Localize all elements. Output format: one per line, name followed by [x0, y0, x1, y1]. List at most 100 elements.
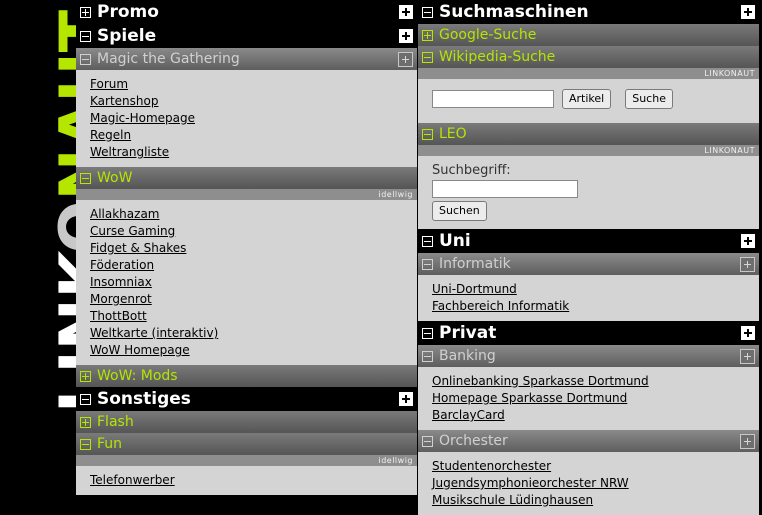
collapse-icon[interactable]	[422, 6, 433, 18]
category-wikipedia[interactable]: Wikipedia-Suche	[418, 46, 759, 68]
link-item[interactable]: Morgenrot	[90, 291, 417, 308]
search-button[interactable]: Suche	[625, 89, 673, 109]
collapse-icon[interactable]	[422, 51, 433, 63]
expand-icon[interactable]	[80, 6, 91, 18]
category-title: Informatik	[439, 256, 511, 272]
collapse-icon[interactable]	[422, 128, 433, 140]
category-leo[interactable]: LEO	[418, 123, 759, 145]
collapse-icon[interactable]	[80, 172, 91, 184]
logo-bar: LINKONAUT	[0, 0, 119, 508]
link-item[interactable]: Magic-Homepage	[90, 110, 417, 127]
link-item[interactable]: ThottBott	[90, 308, 417, 325]
category-fun[interactable]: Fun	[76, 433, 417, 455]
owner-tag: idellwig	[76, 455, 417, 466]
category-title: Wikipedia-Suche	[439, 49, 556, 65]
section-privat[interactable]: Privat	[418, 321, 759, 345]
section-title: Spiele	[97, 26, 157, 46]
expand-icon[interactable]	[80, 370, 91, 382]
link-item[interactable]: Insomniax	[90, 274, 417, 291]
category-informatik[interactable]: Informatik	[418, 253, 759, 275]
category-orchester[interactable]: Orchester	[418, 430, 759, 452]
category-title: Flash	[97, 414, 134, 430]
collapse-icon[interactable]	[422, 435, 433, 447]
category-title: Banking	[439, 348, 496, 364]
link-item[interactable]: Regeln	[90, 127, 417, 144]
category-title: LEO	[439, 126, 467, 142]
owner-tag: LINKONAUT	[418, 145, 759, 156]
link-list-fun: Telefonwerber	[76, 466, 417, 495]
link-item[interactable]: Fidget & Shakes	[90, 240, 417, 257]
left-column: Promo Spiele Magic the Gathering Forum K…	[76, 0, 417, 495]
add-button[interactable]	[399, 29, 413, 43]
leo-search-input[interactable]	[432, 180, 578, 198]
link-list-orchester: Studentenorchester Jugendsymphonieorches…	[418, 452, 759, 515]
link-item[interactable]: Uni-Dortmund	[432, 281, 759, 298]
owner-tag: LINKONAUT	[418, 68, 759, 79]
owner-tag: idellwig	[76, 189, 417, 200]
collapse-icon[interactable]	[80, 30, 91, 42]
add-button[interactable]	[399, 5, 413, 19]
category-flash[interactable]: Flash	[76, 411, 417, 433]
add-link-button[interactable]	[740, 434, 755, 449]
category-title: WoW: Mods	[97, 368, 178, 384]
collapse-icon[interactable]	[422, 327, 433, 339]
category-banking[interactable]: Banking	[418, 345, 759, 367]
link-item[interactable]: Musikschule Lüdinghausen	[432, 492, 759, 509]
collapse-icon[interactable]	[422, 258, 433, 270]
category-google[interactable]: Google-Suche	[418, 24, 759, 46]
category-wow[interactable]: WoW	[76, 167, 417, 189]
link-item[interactable]: Forum	[90, 76, 417, 93]
section-sonstiges[interactable]: Sonstiges	[76, 387, 417, 411]
section-suchmaschinen[interactable]: Suchmaschinen	[418, 0, 759, 24]
category-title: Orchester	[439, 433, 508, 449]
article-button[interactable]: Artikel	[562, 89, 612, 109]
add-button[interactable]	[741, 326, 755, 340]
link-item[interactable]: WoW Homepage	[90, 342, 417, 359]
link-item[interactable]: Homepage Sparkasse Dortmund	[432, 390, 759, 407]
link-item[interactable]: Onlinebanking Sparkasse Dortmund	[432, 373, 759, 390]
link-item[interactable]: Weltrangliste	[90, 144, 417, 161]
link-item[interactable]: Allakhazam	[90, 206, 417, 223]
collapse-icon[interactable]	[80, 393, 91, 405]
link-item[interactable]: Jugendsymphonieorchester NRW	[432, 475, 759, 492]
leo-form: Suchbegriff: Suchen	[418, 156, 759, 229]
add-button[interactable]	[741, 5, 755, 19]
add-link-button[interactable]	[398, 52, 413, 67]
collapse-icon[interactable]	[80, 438, 91, 450]
link-list-wow: Allakhazam Curse Gaming Fidget & Shakes …	[76, 200, 417, 365]
link-item[interactable]: Telefonwerber	[90, 472, 417, 489]
right-column: Suchmaschinen Google-Suche Wikipedia-Suc…	[418, 0, 759, 515]
link-item[interactable]: Studentenorchester	[432, 458, 759, 475]
category-title: Google-Suche	[439, 27, 537, 43]
section-title: Uni	[439, 231, 471, 251]
link-item[interactable]: Weltkarte (interaktiv)	[90, 325, 417, 342]
add-button[interactable]	[399, 392, 413, 406]
category-title: Fun	[97, 436, 123, 452]
leo-search-button[interactable]: Suchen	[432, 201, 487, 221]
link-list-magic: Forum Kartenshop Magic-Homepage Regeln W…	[76, 70, 417, 167]
link-item[interactable]: Fachbereich Informatik	[432, 298, 759, 315]
link-list-banking: Onlinebanking Sparkasse Dortmund Homepag…	[418, 367, 759, 430]
add-button[interactable]	[741, 234, 755, 248]
section-title: Sonstiges	[97, 389, 191, 409]
link-item[interactable]: Föderation	[90, 257, 417, 274]
expand-icon[interactable]	[422, 29, 433, 41]
category-wow-mods[interactable]: WoW: Mods	[76, 365, 417, 387]
link-list-informatik: Uni-Dortmund Fachbereich Informatik	[418, 275, 759, 321]
add-link-button[interactable]	[740, 257, 755, 272]
add-link-button[interactable]	[740, 349, 755, 364]
collapse-icon[interactable]	[422, 350, 433, 362]
collapse-icon[interactable]	[80, 53, 91, 65]
collapse-icon[interactable]	[422, 235, 433, 247]
section-spiele[interactable]: Spiele	[76, 24, 417, 48]
link-item[interactable]: Kartenshop	[90, 93, 417, 110]
link-item[interactable]: BarclayCard	[432, 407, 759, 424]
section-uni[interactable]: Uni	[418, 229, 759, 253]
section-promo[interactable]: Promo	[76, 0, 417, 24]
category-magic[interactable]: Magic the Gathering	[76, 48, 417, 70]
wikipedia-search-input[interactable]	[432, 90, 554, 108]
category-title: Magic the Gathering	[97, 51, 240, 67]
expand-icon[interactable]	[80, 416, 91, 428]
link-item[interactable]: Curse Gaming	[90, 223, 417, 240]
section-title: Privat	[439, 323, 497, 343]
